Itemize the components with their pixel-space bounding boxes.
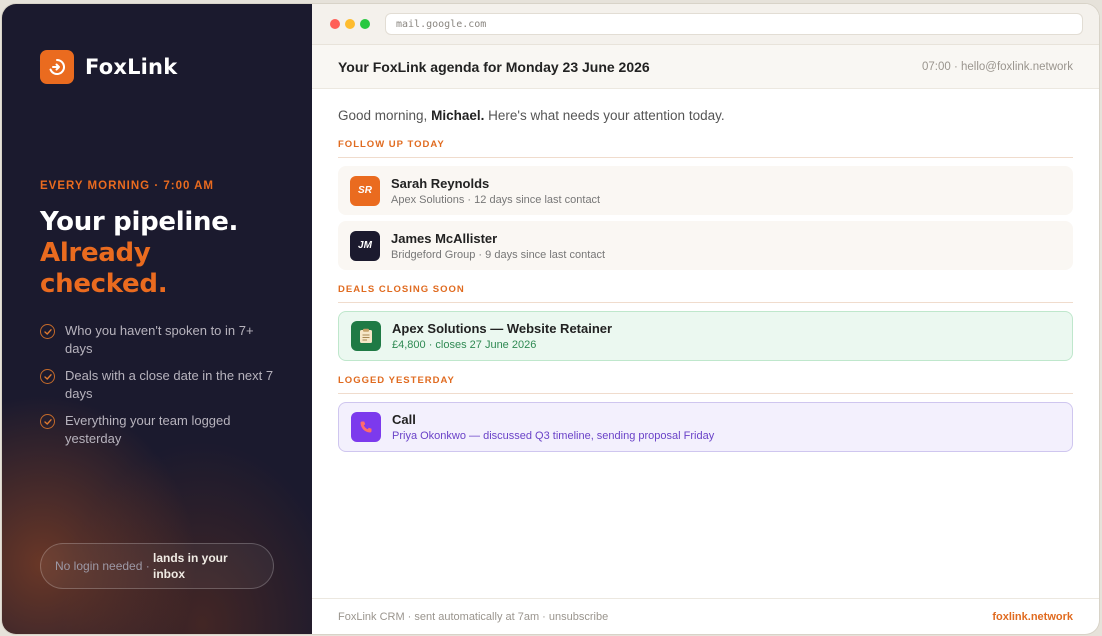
checklist-item: Deals with a close date in the next 7 da… xyxy=(40,367,280,403)
pill-right-text: lands in your inbox xyxy=(153,551,228,581)
checklist-text: Who you haven't spoken to in 7+ days xyxy=(65,323,254,356)
headline-line-1: Your pipeline. xyxy=(40,207,239,237)
email-subject: Your FoxLink agenda for Monday 23 June 2… xyxy=(338,58,650,75)
contact-card[interactable]: SR Sarah Reynolds Apex Solutions · 12 da… xyxy=(338,166,1073,215)
app-frame: FoxLink EVERY MORNING · 7:00 AM Your pip… xyxy=(2,4,1099,634)
deal-card[interactable]: Apex Solutions — Website Retainer £4,800… xyxy=(338,311,1073,361)
greeting: Good morning, Michael. Here's what needs… xyxy=(338,108,1073,123)
promo-headline: Your pipeline. Already checked. xyxy=(40,207,238,300)
minimize-window-icon[interactable] xyxy=(345,19,355,29)
checklist-text: Everything your team logged yesterday xyxy=(65,413,231,446)
contact-detail: Bridgeford Group · 9 days since last con… xyxy=(391,248,605,261)
checklist-text: Deals with a close date in the next 7 da… xyxy=(65,368,274,401)
checklist-item: Everything your team logged yesterday xyxy=(40,412,280,448)
section-follow-up-title: FOLLOW UP TODAY xyxy=(338,139,1073,158)
deal-detail: £4,800 · closes 27 June 2026 xyxy=(392,339,537,351)
greeting-name: Michael. xyxy=(431,108,485,123)
email-header: Your FoxLink agenda for Monday 23 June 2… xyxy=(312,45,1099,89)
greeting-suffix: Here's what needs your attention today. xyxy=(488,108,725,123)
phone-icon xyxy=(351,412,381,442)
brand-name: FoxLink xyxy=(85,55,178,79)
greeting-prefix: Good morning, xyxy=(338,108,428,123)
footer-text: FoxLink CRM · sent automatically at 7am … xyxy=(338,610,609,623)
section-deals-title: DEALS CLOSING SOON xyxy=(338,284,1073,303)
promo-eyebrow: EVERY MORNING · 7:00 AM xyxy=(40,180,215,192)
pill-left-text: No login needed · xyxy=(55,559,150,573)
contact-name: James McAllister xyxy=(391,230,498,246)
avatar: SR xyxy=(350,175,380,206)
contact-detail: Apex Solutions · 12 days since last cont… xyxy=(391,193,601,206)
brand: FoxLink xyxy=(40,50,177,84)
email-footer: FoxLink CRM · sent automatically at 7am … xyxy=(312,598,1099,634)
section-logged-title: LOGGED YESTERDAY xyxy=(338,375,1073,394)
headline-line-2: Already xyxy=(40,238,151,268)
contact-card[interactable]: JM James McAllister Bridgeford Group · 9… xyxy=(338,221,1073,270)
info-pill: No login needed · lands in your inbox xyxy=(40,543,274,589)
maximize-window-icon[interactable] xyxy=(360,19,370,29)
check-circle-icon xyxy=(40,414,55,429)
close-window-icon[interactable] xyxy=(330,19,340,29)
headline-line-3: checked. xyxy=(40,269,168,299)
check-circle-icon xyxy=(40,324,55,339)
check-circle-icon xyxy=(40,369,55,384)
address-bar[interactable]: mail.google.com xyxy=(385,13,1083,35)
contact-name: Sarah Reynolds xyxy=(391,175,490,191)
email-body: Good morning, Michael. Here's what needs… xyxy=(312,108,1099,452)
arrow-circle-icon xyxy=(40,50,74,84)
email-meta: 07:00 · hello@foxlink.network xyxy=(921,60,1073,73)
promo-panel: FoxLink EVERY MORNING · 7:00 AM Your pip… xyxy=(2,4,312,634)
footer-link[interactable]: foxlink.network xyxy=(992,611,1073,623)
browser-chrome: mail.google.com xyxy=(312,4,1099,45)
activity-detail: Priya Okonkwo — discussed Q3 timeline, s… xyxy=(392,430,715,442)
feature-checklist: Who you haven't spoken to in 7+ days Dea… xyxy=(40,322,280,457)
deal-name: Apex Solutions — Website Retainer xyxy=(392,321,613,336)
activity-type: Call xyxy=(392,412,416,427)
checklist-item: Who you haven't spoken to in 7+ days xyxy=(40,322,280,358)
avatar: JM xyxy=(350,230,380,261)
activity-card[interactable]: Call Priya Okonkwo — discussed Q3 timeli… xyxy=(338,402,1073,452)
email-preview: mail.google.com Your FoxLink agenda for … xyxy=(312,4,1099,634)
clipboard-icon xyxy=(351,321,381,351)
